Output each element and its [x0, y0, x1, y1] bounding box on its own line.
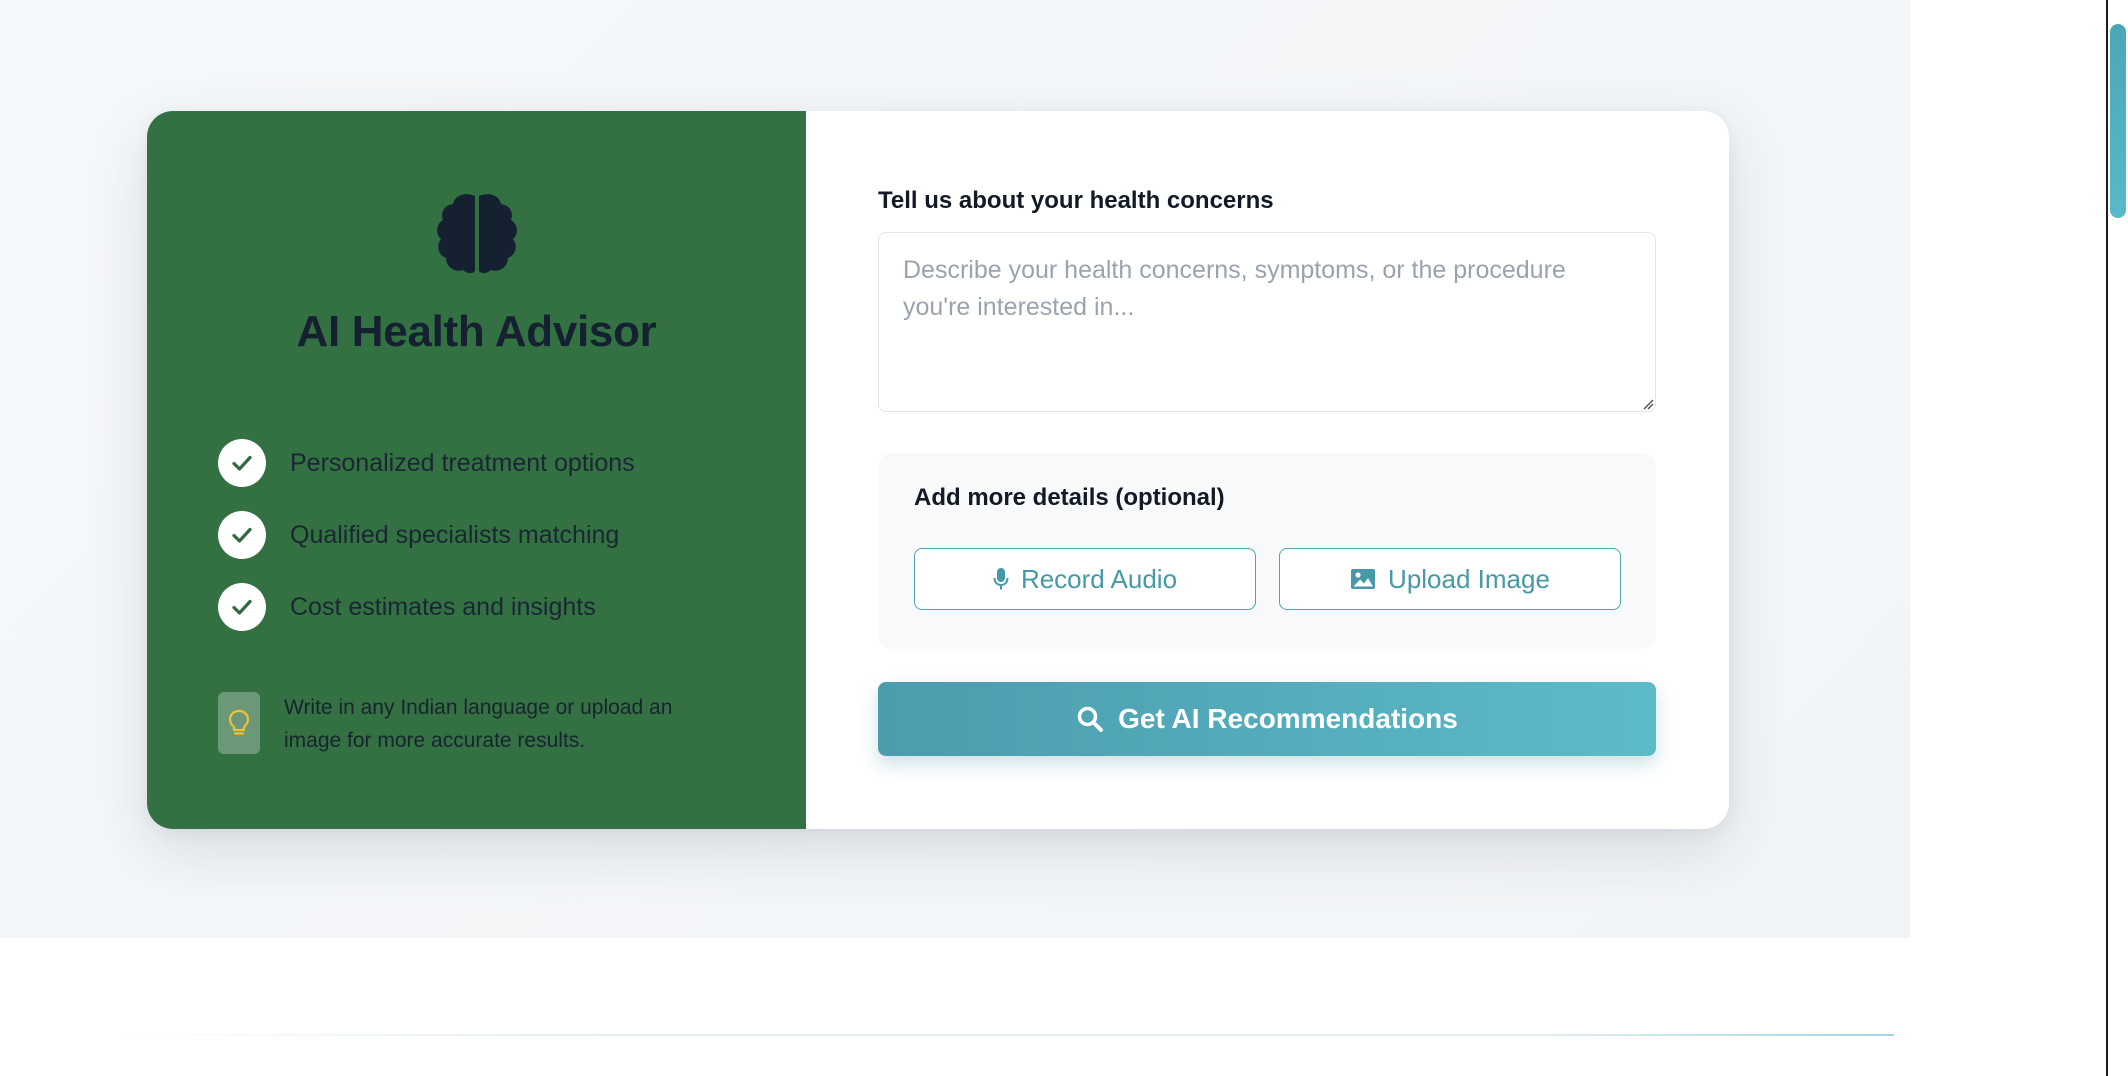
check-icon [218, 439, 266, 487]
scrollbar-border [2106, 0, 2108, 1076]
info-panel: AI Health Advisor Personalized treatment… [147, 111, 806, 829]
check-icon [218, 583, 266, 631]
upload-image-button[interactable]: Upload Image [1279, 548, 1621, 610]
get-recommendations-label: Get AI Recommendations [1118, 703, 1458, 734]
details-title: Add more details (optional) [914, 484, 1225, 511]
feature-item: Cost estimates and insights [218, 571, 635, 643]
concerns-label: Tell us about your health concerns [878, 187, 1274, 214]
section-divider [108, 1034, 1894, 1036]
form-panel: Tell us about your health concerns Add m… [806, 111, 1729, 829]
feature-label: Cost estimates and insights [290, 592, 596, 621]
record-audio-label: Record Audio [1020, 563, 1178, 594]
scrollbar-thumb[interactable] [2110, 24, 2126, 218]
details-section: Add more details (optional) Record Audio… [878, 453, 1656, 649]
tip-note: Write in any Indian language or upload a… [218, 692, 724, 757]
record-audio-button[interactable]: Record Audio [914, 548, 1256, 610]
feature-label: Personalized treatment options [290, 448, 635, 477]
feature-label: Qualified specialists matching [290, 520, 620, 549]
microphone-icon [993, 568, 1009, 590]
resize-grip-icon[interactable] [1642, 398, 1654, 410]
upload-image-label: Upload Image [1388, 563, 1550, 594]
brand-title: AI Health Advisor [296, 307, 657, 356]
scrollbar[interactable] [2106, 0, 2128, 1076]
feature-item: Qualified specialists matching [218, 499, 635, 571]
feature-item: Personalized treatment options [218, 427, 635, 499]
image-icon [1351, 569, 1376, 589]
brain-icon [437, 194, 517, 274]
feature-list: Personalized treatment options Qualified… [218, 427, 635, 643]
concerns-textarea[interactable] [878, 232, 1656, 412]
health-advisor-card: AI Health Advisor Personalized treatment… [147, 111, 1729, 829]
search-icon [1077, 706, 1104, 732]
get-recommendations-button[interactable]: Get AI Recommendations [878, 682, 1656, 756]
tip-text: Write in any Indian language or upload a… [284, 696, 673, 752]
lightbulb-icon [218, 692, 260, 754]
check-icon [218, 511, 266, 559]
